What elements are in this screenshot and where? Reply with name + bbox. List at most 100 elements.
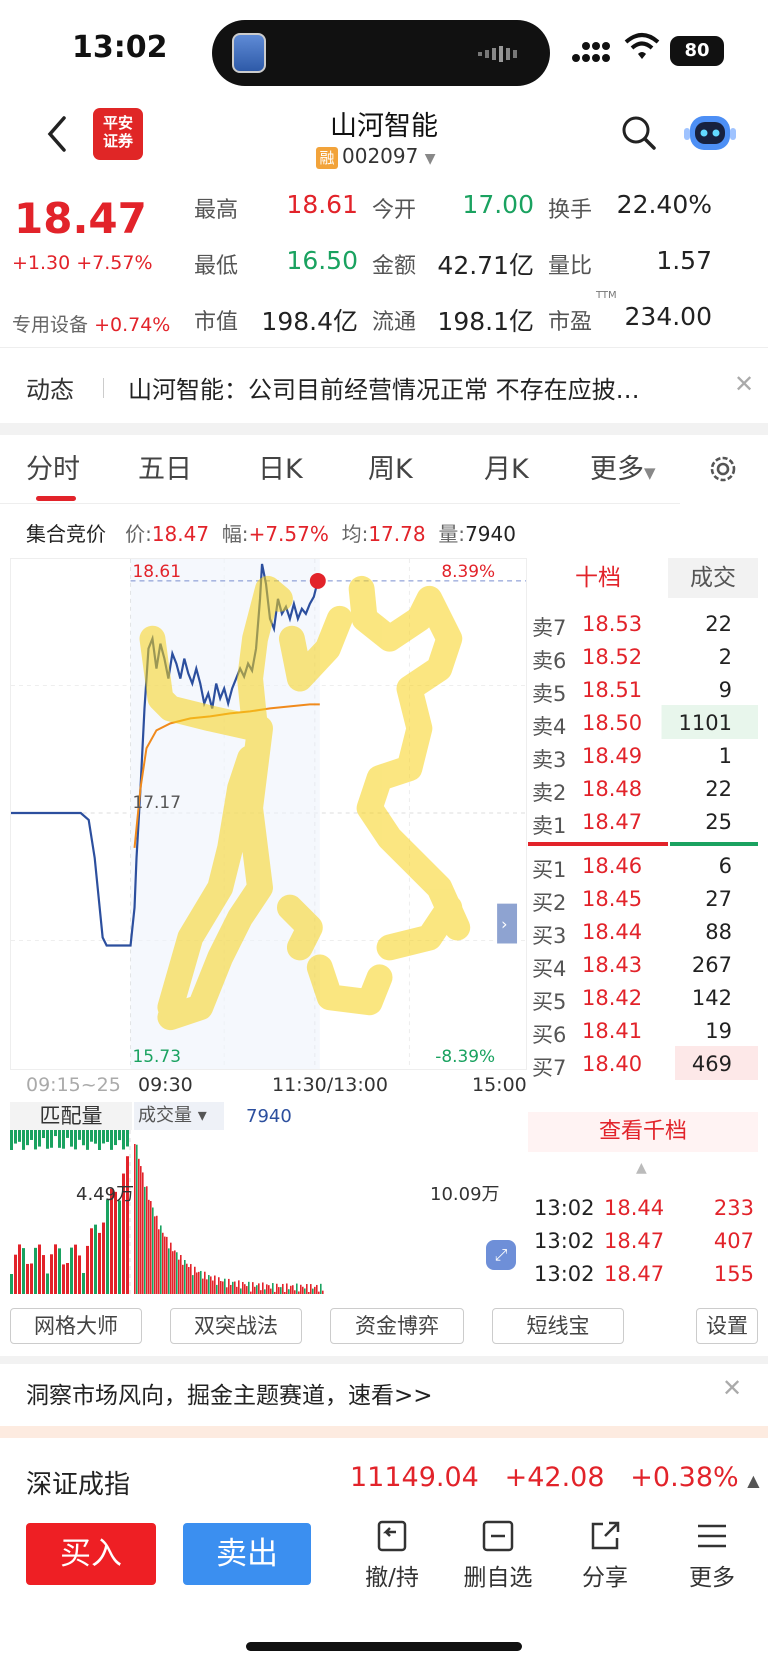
ask-order-row[interactable]: 卖6 18.52 2 [528,639,758,673]
volume-bar [34,1130,37,1150]
auction-range: +7.57% [248,522,329,546]
view-depth-button[interactable]: 查看千档 [528,1112,758,1152]
volume-bar [22,1248,25,1294]
capital-game-button[interactable]: 资金博弈 [330,1308,464,1344]
volume-bar [288,1289,290,1294]
trade-volume: 407 [713,1229,754,1253]
volume-bar [262,1282,264,1294]
volume-bar [274,1291,276,1294]
search-icon[interactable] [620,114,658,152]
intraday-volume-bars [134,1144,324,1294]
volume-type-dropdown[interactable]: 成交量 ▾ [134,1102,224,1130]
ai-assistant-robot-icon[interactable] [684,110,736,156]
volume-bar [58,1130,61,1148]
sell-button[interactable]: 卖出 [183,1523,311,1585]
volume-bar [98,1232,101,1294]
volume-bar [276,1283,278,1294]
double-breakout-button[interactable]: 双突战法 [170,1308,302,1344]
ask-order-row[interactable]: 卖4 18.50 1101 [528,705,758,739]
tab-weekly-k[interactable]: 周K [368,447,413,486]
ask-order-row[interactable]: 卖1 18.47 25 [528,804,758,838]
tab-intraday[interactable]: 分时 [26,447,80,486]
bid-order-row[interactable]: 买1 18.46 6 [528,848,758,882]
tab-five-day[interactable]: 五日 [138,447,192,486]
volume-bar [266,1284,268,1294]
more-action[interactable]: 更多 [672,1518,752,1592]
volume-bar [138,1158,140,1294]
volume-bar [94,1130,97,1144]
sector-change[interactable]: 专用设备 +0.74% [12,310,170,337]
volume-bar [148,1199,150,1294]
chevron-down-icon: ▼ [644,464,656,482]
time-label-auction: 09:15~25 [26,1074,121,1096]
volume-bar [234,1281,236,1294]
bid-order-row[interactable]: 买4 18.43 267 [528,947,758,981]
volume-bar [186,1263,188,1294]
bid-volume: 142 [691,986,732,1010]
ask-order-row[interactable]: 卖2 18.48 22 [528,771,758,805]
time-label-close: 15:00 [472,1074,527,1096]
tab-daily-k[interactable]: 日K [258,447,303,486]
close-icon[interactable]: ✕ [722,1374,742,1402]
index-change: +42.08 [504,1462,605,1493]
buy-button[interactable]: 买入 [26,1523,156,1585]
volume-bar [216,1284,218,1294]
ask-order-row[interactable]: 卖3 18.49 1 [528,738,758,772]
bid-order-row[interactable]: 买7 18.40 469 [528,1046,758,1080]
matched-volume-tab[interactable]: 匹配量 [10,1102,132,1130]
quote-field-label: 最高 [194,198,239,223]
volume-bar [66,1130,69,1138]
chevron-up-icon: ▲ [636,1160,647,1176]
tab-ten-level[interactable]: 十档 [528,558,668,598]
tab-monthly-k[interactable]: 月K [484,447,529,486]
auction-info-row: 集合竞价 价:18.47 幅:+7.57% 均:17.78 量:7940 [26,518,516,547]
ask-order-row[interactable]: 卖5 18.51 9 [528,672,758,706]
bid-order-row[interactable]: 买3 18.44 88 [528,914,758,948]
tools-settings-button[interactable]: 设置 [696,1308,758,1344]
share-action[interactable]: 分享 [565,1518,645,1592]
volume-bar [156,1215,158,1294]
bid-level-label: 买2 [532,891,567,915]
volume-bar [170,1242,172,1294]
trade-price: 18.47 [604,1262,665,1286]
bid-order-row[interactable]: 买2 18.45 27 [528,881,758,915]
volume-bar [74,1244,77,1294]
stock-code-row[interactable]: 融 002097 ▼ [316,144,436,169]
remove-watchlist-action[interactable]: 删自选 [458,1518,538,1592]
cancel-order-action[interactable]: 撤/持 [352,1518,432,1592]
news-headline[interactable]: 山河智能：公司目前经营情况正常 不存在应披… [128,370,708,405]
tab-trades[interactable]: 成交 [668,558,758,598]
short-term-button[interactable]: 短线宝 [492,1308,624,1344]
volume-bar [70,1130,73,1147]
grid-master-button[interactable]: 网格大师 [10,1308,142,1344]
news-tag: 动态 [26,376,74,404]
bid-order-row[interactable]: 买5 18.42 142 [528,980,758,1014]
volume-bar [46,1130,49,1149]
intraday-chart[interactable]: 18.61 8.39% 17.17 15.73 -8.39% › [10,558,527,1070]
fullscreen-icon[interactable]: ⤢ [486,1240,516,1270]
volume-bar [162,1232,164,1294]
avg-label: 均: [341,522,369,546]
gear-icon[interactable] [706,452,740,486]
promo-text[interactable]: 洞察市场风向，掘金主题赛道，速看>> [26,1376,433,1410]
ask-price: 18.51 [582,678,643,702]
volume-panel[interactable]: 匹配量 成交量 ▾ 7940 4.49万 10.09万 ⤢ [10,1102,527,1294]
volume-bar [118,1130,121,1141]
tab-more[interactable]: 更多▼ [590,447,656,486]
ask-volume: 9 [718,678,732,702]
quote-field-value: 198.4亿 [261,307,358,336]
volume-bar [318,1291,320,1294]
volume-bar [136,1144,138,1294]
volume-bar [222,1281,224,1294]
ask-volume: 22 [705,777,732,801]
volume-bar [282,1283,284,1294]
chart-high-pct: 8.39% [441,561,495,581]
bid-ask-divider [528,842,668,846]
volume-bar [256,1285,258,1294]
bid-order-row[interactable]: 买6 18.41 19 [528,1013,758,1047]
volume-bar [78,1255,81,1294]
ask-order-row[interactable]: 卖7 18.53 22 [528,606,758,640]
close-icon[interactable]: ✕ [734,370,754,398]
cancel-order-label: 撤/持 [365,1565,419,1591]
index-pct: +0.38% [630,1462,739,1493]
